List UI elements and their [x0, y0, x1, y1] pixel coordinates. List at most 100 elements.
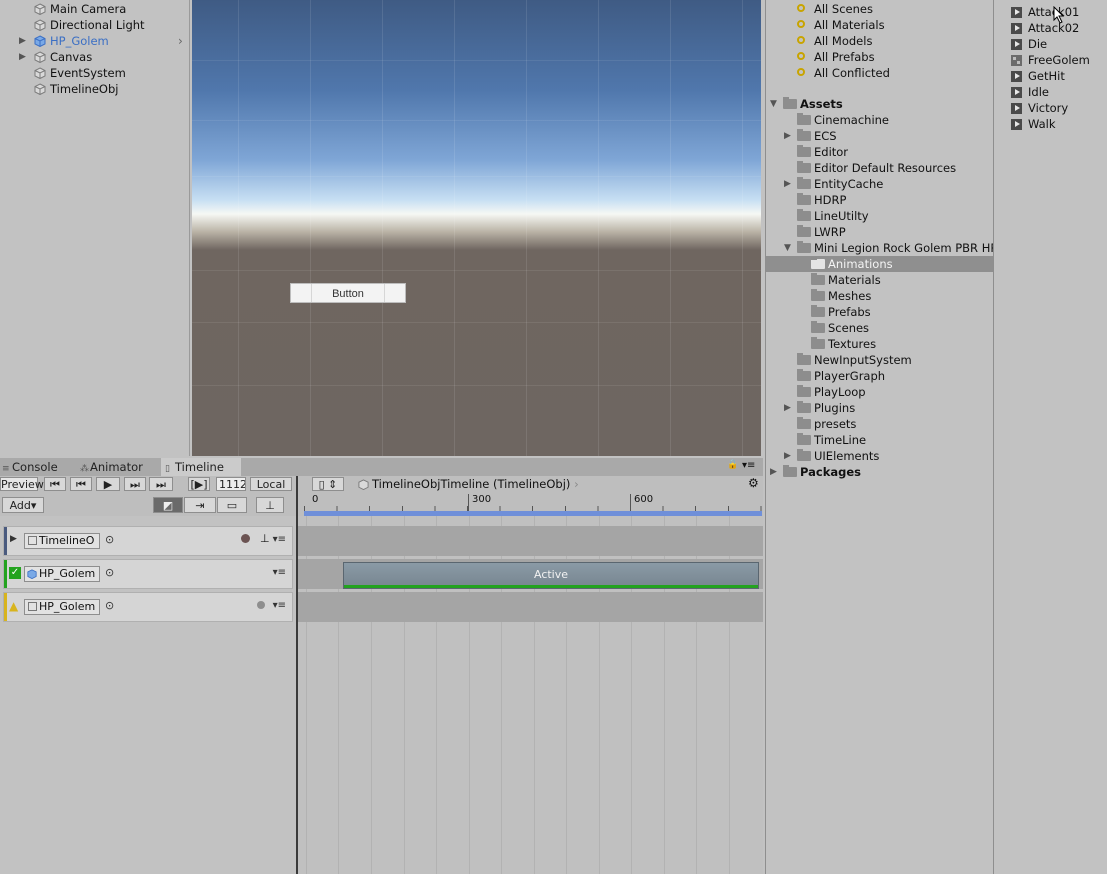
hierarchy-item-timelineobj[interactable]: TimelineObj [0, 81, 189, 97]
record-icon[interactable] [257, 601, 265, 609]
scene-ui-button[interactable]: Button [290, 283, 406, 303]
track-content-area[interactable]: Active [296, 516, 763, 874]
asset-item-victory[interactable]: Victory [994, 100, 1107, 116]
track-expand-icon[interactable]: ▶ [10, 534, 17, 544]
folder-icon [797, 193, 811, 205]
folder-playloop[interactable]: PlayLoop [766, 384, 993, 400]
expand-arrow-icon[interactable]: ▶ [19, 49, 26, 65]
track-header-animation[interactable]: ▲ HP_Golem ⊙ ▾≡ [3, 592, 293, 622]
folder-lineutilty[interactable]: LineUtilty [766, 208, 993, 224]
folder-plugins[interactable]: ▶ Plugins [766, 400, 993, 416]
track-header-activation[interactable]: ✓ HP_Golem ⊙ ▾≡ [3, 559, 293, 589]
folder-playergraph[interactable]: PlayerGraph [766, 368, 993, 384]
tab-menu-icon[interactable]: ▾≡ [742, 460, 755, 471]
track-header-timeline[interactable]: ▶ TimelineO ⊙ ⊥ ▾≡ [3, 526, 293, 556]
expand-arrow-icon[interactable]: ▶ [19, 33, 26, 49]
tab-timeline[interactable]: ▯ Timeline [161, 458, 241, 476]
collapse-arrow-icon[interactable]: ▼ [770, 96, 777, 112]
folder-editor-default-resources[interactable]: Editor Default Resources [766, 160, 993, 176]
expand-arrow-icon[interactable]: ▶ [784, 400, 791, 416]
track-binding-field[interactable]: HP_Golem [24, 566, 100, 582]
folder-hdrp[interactable]: HDRP [766, 192, 993, 208]
folder-packages[interactable]: ▶ Packages [766, 464, 993, 480]
folder-materials[interactable]: Materials [766, 272, 993, 288]
track-row[interactable] [298, 526, 763, 556]
target-picker-icon[interactable]: ⊙ [105, 533, 114, 546]
tab-console[interactable]: ≡ Console [0, 458, 74, 476]
lock-icon[interactable]: 🔒 [727, 460, 738, 470]
clip-edit-mode-button[interactable]: ◩ [153, 497, 183, 513]
folder-assets[interactable]: ▼ Assets [766, 96, 993, 112]
activation-clip[interactable]: Active [343, 562, 759, 589]
favorite-all-conflicted[interactable]: All Conflicted [766, 65, 993, 81]
asset-item-gethit[interactable]: GetHit [994, 68, 1107, 84]
folder-timeline[interactable]: TimeLine [766, 432, 993, 448]
favorite-all-prefabs[interactable]: All Prefabs [766, 49, 993, 65]
expand-arrow-icon[interactable]: ▶ [770, 464, 777, 480]
folder-newinputsystem[interactable]: NewInputSystem [766, 352, 993, 368]
expand-arrow-icon[interactable]: ▶ [784, 448, 791, 464]
timeline-settings-icon[interactable]: ⚙ [748, 476, 759, 490]
asset-item-idle[interactable]: Idle [994, 84, 1107, 100]
asset-selector-button[interactable]: ▯ ⇕ [312, 477, 344, 491]
folder-editor[interactable]: Editor [766, 144, 993, 160]
breadcrumb-separator-icon: › [574, 477, 579, 491]
target-picker-icon[interactable]: ⊙ [105, 599, 114, 612]
track-row[interactable] [298, 592, 763, 622]
frame-field[interactable]: 1112 [216, 477, 246, 491]
folder-entitycache[interactable]: ▶ EntityCache [766, 176, 993, 192]
asset-item-freegolem[interactable]: FreeGolem [994, 52, 1107, 68]
folder-textures[interactable]: Textures [766, 336, 993, 352]
target-picker-icon[interactable]: ⊙ [105, 566, 114, 579]
asset-item-die[interactable]: Die [994, 36, 1107, 52]
hierarchy-item-eventsystem[interactable]: EventSystem [0, 65, 189, 81]
folder-uielements[interactable]: ▶ UIElements [766, 448, 993, 464]
folder-lwrp[interactable]: LWRP [766, 224, 993, 240]
folder-presets[interactable]: presets [766, 416, 993, 432]
asset-item-attack01[interactable]: Attack01 [994, 4, 1107, 20]
asset-item-walk[interactable]: Walk [994, 116, 1107, 132]
breadcrumb[interactable]: TimelineObjTimeline (TimelineObj) › [356, 477, 579, 491]
folder-prefabs[interactable]: Prefabs [766, 304, 993, 320]
folder-meshes[interactable]: Meshes [766, 288, 993, 304]
asset-item-attack02[interactable]: Attack02 [994, 20, 1107, 36]
track-menu-icon[interactable]: ▾≡ [273, 567, 286, 578]
replace-mode-button[interactable]: ▭ [217, 497, 247, 513]
expand-arrow-icon[interactable]: ▶ [784, 176, 791, 192]
track-menu-icon[interactable]: ▾≡ [273, 600, 286, 611]
folder-mini-legion-rock-golem[interactable]: ▼ Mini Legion Rock Golem PBR HP [766, 240, 993, 256]
folder-animations[interactable]: Animations [766, 256, 993, 272]
add-track-button[interactable]: Add▾ [2, 497, 44, 513]
active-checkbox-icon[interactable]: ✓ [9, 567, 21, 579]
next-frame-button[interactable]: ⏭ [124, 477, 146, 491]
pin-button[interactable]: ⊥ [256, 497, 284, 513]
goto-start-button[interactable]: ⏮ [44, 477, 66, 491]
expand-arrow-icon[interactable]: ▶ [784, 128, 791, 144]
chevron-right-icon[interactable]: › [178, 33, 183, 49]
collapse-arrow-icon[interactable]: ▼ [784, 240, 791, 256]
goto-end-button[interactable]: ⏭ [149, 477, 173, 491]
record-icon[interactable] [241, 534, 250, 543]
track-menu-icon[interactable]: ▾≡ [273, 534, 286, 545]
prev-frame-button[interactable]: ⏮ [70, 477, 92, 491]
track-binding-field[interactable]: TimelineO [24, 533, 100, 549]
folder-cinemachine[interactable]: Cinemachine [766, 112, 993, 128]
favorite-all-models[interactable]: All Models [766, 33, 993, 49]
hierarchy-item-main-camera[interactable]: Main Camera [0, 1, 189, 17]
hierarchy-item-hp-golem[interactable]: ▶ HP_Golem › [0, 33, 189, 49]
pin-icon[interactable]: ⊥ [260, 532, 270, 545]
play-range-button[interactable]: [▶] [188, 477, 210, 491]
favorite-all-materials[interactable]: All Materials [766, 17, 993, 33]
tab-animator[interactable]: ⁂Animator [80, 458, 158, 476]
local-button[interactable]: Local [250, 477, 292, 491]
folder-scenes[interactable]: Scenes [766, 320, 993, 336]
hierarchy-item-canvas[interactable]: ▶ Canvas [0, 49, 189, 65]
preview-button[interactable]: Preview [0, 477, 44, 491]
play-button[interactable]: ▶ [96, 477, 120, 491]
folder-ecs[interactable]: ▶ ECS [766, 128, 993, 144]
scene-view[interactable]: Button [192, 0, 761, 456]
track-binding-field[interactable]: HP_Golem [24, 599, 100, 615]
hierarchy-item-directional-light[interactable]: Directional Light [0, 17, 189, 33]
ripple-mode-button[interactable]: ⇥ [184, 497, 216, 513]
favorite-all-scenes[interactable]: All Scenes [766, 1, 993, 17]
